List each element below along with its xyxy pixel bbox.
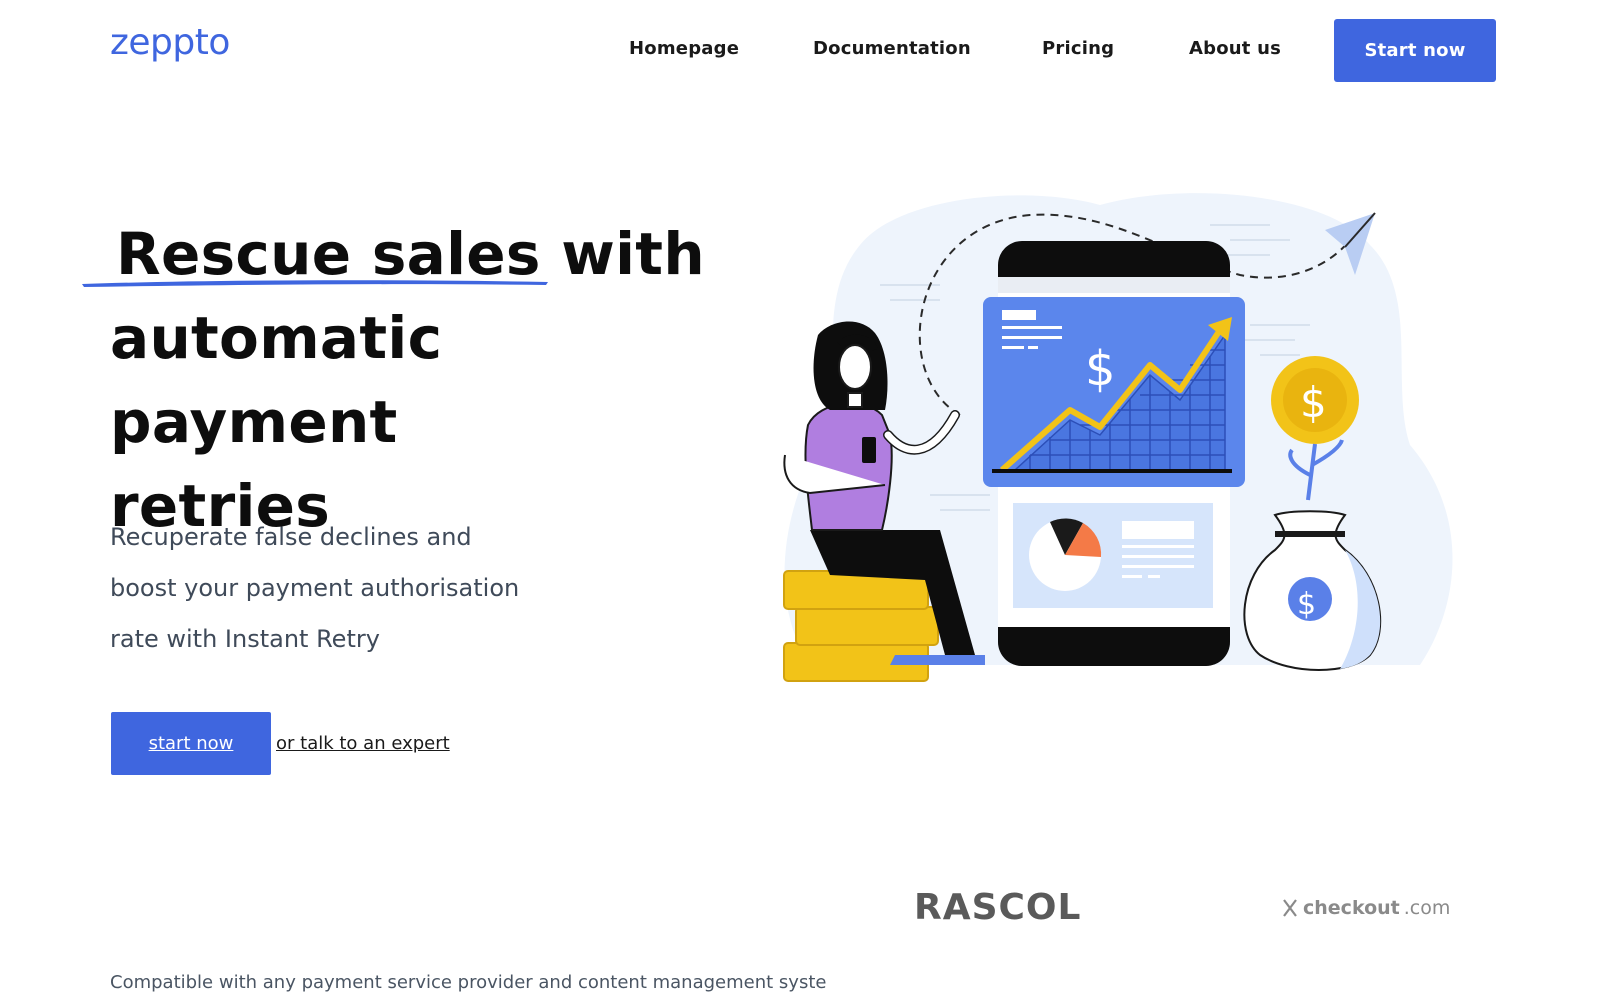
checkout-logo-text: checkout	[1303, 897, 1400, 919]
svg-text:$: $	[1300, 378, 1327, 427]
hero-subtitle: Recuperate false declines and boost your…	[110, 512, 580, 665]
hero-title-line-2: automatic payment	[110, 304, 443, 456]
talk-to-expert-link[interactable]: or talk to an expert	[276, 733, 450, 754]
hero-subtitle-line-3: rate with Instant Retry	[110, 625, 380, 653]
hero-title-with: with	[561, 220, 705, 288]
checkout-logo-icon	[1283, 899, 1297, 917]
brush-underline	[82, 280, 548, 287]
top-nav: Homepage Documentation Pricing About us …	[0, 0, 1601, 100]
partner-logo-rascol: RASCOL	[914, 887, 1082, 928]
nav-documentation[interactable]: Documentation	[813, 38, 971, 59]
compatibility-text: Compatible with any payment service prov…	[110, 972, 827, 993]
hero-subtitle-line-1: Recuperate false declines and	[110, 523, 472, 551]
chart-dollar-icon: $	[1085, 341, 1116, 397]
partner-logo-checkout: checkout .com	[1281, 897, 1450, 919]
hero-title-line-1: Rescue sales with	[82, 212, 750, 296]
hero-illustration: $ $ $	[783, 193, 1453, 682]
checkout-logo-domain: .com	[1403, 897, 1451, 919]
nav-about-us[interactable]: About us	[1189, 38, 1281, 59]
hero-subtitle-line-2: boost your payment authorisation	[110, 574, 520, 602]
start-now-button[interactable]: Start now	[1334, 19, 1496, 82]
svg-text:$: $	[1297, 587, 1316, 622]
hero-start-now-button[interactable]: start now	[111, 712, 271, 775]
hero-title: Rescue sales with automatic payment retr…	[82, 212, 750, 548]
nav-homepage[interactable]: Homepage	[629, 38, 739, 59]
nav-pricing[interactable]: Pricing	[1042, 38, 1114, 59]
